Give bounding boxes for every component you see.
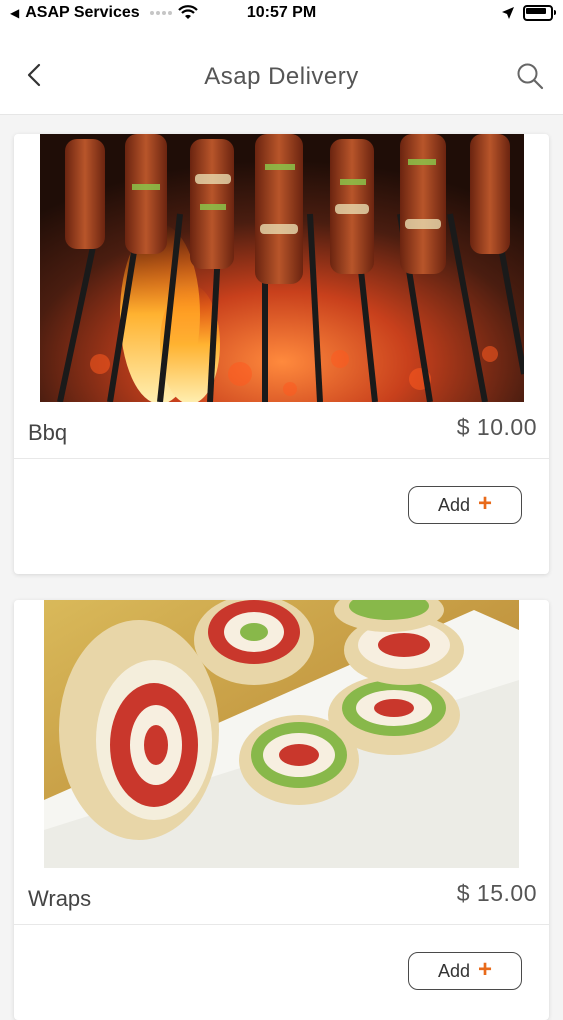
status-time: 10:57 PM — [246, 4, 317, 21]
location-arrow-icon — [501, 6, 515, 20]
add-button-label: Add — [437, 494, 470, 515]
battery-icon — [523, 5, 556, 21]
menu-item-price: $ 10.00 — [456, 414, 537, 440]
card-divider — [14, 924, 549, 925]
plus-icon: + — [478, 956, 493, 983]
menu-item-name: Bbq — [28, 420, 68, 445]
menu-item-price: $ 15.00 — [456, 880, 537, 906]
page-title: Asap Delivery — [204, 63, 359, 90]
status-right — [501, 5, 556, 21]
menu-item-name: Wraps — [28, 886, 92, 911]
menu-item-card-bbq[interactable]: Bbq $ 10.00 Add + — [14, 134, 549, 574]
bbq-skewers-photo — [40, 134, 524, 402]
wraps-photo — [44, 600, 519, 868]
search-icon — [517, 63, 544, 90]
search-button[interactable] — [515, 61, 545, 91]
nav-bar: Asap Delivery — [0, 28, 563, 115]
add-to-cart-button[interactable]: Add + — [408, 952, 522, 990]
card-divider — [14, 458, 549, 459]
menu-item-card-wraps[interactable]: Wraps $ 15.00 Add + — [14, 600, 549, 1020]
add-to-cart-button[interactable]: Add + — [408, 486, 522, 524]
status-bar: ◀ ASAP Services 10:57 PM — [0, 0, 563, 28]
plus-icon: + — [478, 490, 493, 517]
add-button-label: Add — [437, 960, 470, 981]
